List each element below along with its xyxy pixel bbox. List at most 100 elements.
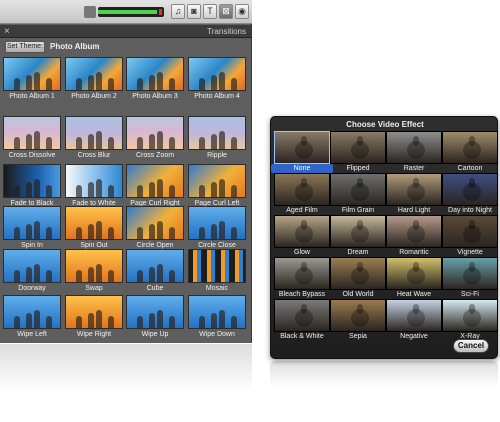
person-silhouette [149, 313, 155, 328]
transition-label: Photo Album 1 [9, 93, 55, 100]
transition-circle-open[interactable]: Circle Open [125, 206, 185, 251]
transition-photo-album-1[interactable]: Photo Album 1 [2, 57, 62, 102]
person-silhouette [231, 227, 237, 239]
effect-flipped[interactable]: Flipped [330, 131, 387, 173]
person-silhouette [219, 310, 225, 328]
transition-label: Cross Blur [77, 152, 111, 159]
close-icon[interactable]: × [4, 25, 10, 38]
effect-bleach-bypass[interactable]: Bleach Bypass [274, 257, 331, 299]
person-silhouette [157, 264, 163, 282]
person-silhouette [14, 78, 20, 90]
person-silhouette [149, 267, 155, 282]
transition-photo-album-4[interactable]: Photo Album 4 [187, 57, 247, 102]
person-silhouette [219, 221, 225, 239]
transition-mosaic[interactable]: Mosaic [187, 249, 247, 294]
maps-icon[interactable]: ◉ [235, 4, 249, 19]
effect-raster[interactable]: Raster [386, 131, 443, 173]
transition-cross-blur[interactable]: Cross Blur [64, 116, 124, 161]
rider-shape [357, 304, 363, 314]
camera-icon[interactable]: ◙ [187, 4, 201, 19]
transition-label: Photo Album 4 [194, 93, 240, 100]
transition-swap[interactable]: Swap [64, 249, 124, 294]
effect-label: None [271, 164, 333, 173]
transitions-icon[interactable]: ⊠ [219, 4, 233, 19]
effect-negative[interactable]: Negative [386, 299, 443, 341]
person-silhouette [157, 131, 163, 149]
person-silhouette [34, 264, 40, 282]
effect-label: Raster [403, 165, 425, 172]
transition-fade-to-black[interactable]: Fade to Black [2, 164, 62, 209]
transition-spin-in[interactable]: Spin In [2, 206, 62, 251]
effect-label: Day into Night [448, 207, 492, 214]
effect-cartoon[interactable]: Cartoon [442, 131, 499, 173]
transition-doorway[interactable]: Doorway [2, 249, 62, 294]
transition-photo-album-3[interactable]: Photo Album 3 [125, 57, 185, 102]
effect-romantic[interactable]: Romantic [386, 215, 443, 257]
transition-page-curl-left[interactable]: Page Curl Left [187, 164, 247, 209]
volume-meter[interactable] [98, 7, 164, 17]
volume-control[interactable] [84, 6, 166, 18]
transition-wipe-left[interactable]: Wipe Left [2, 295, 62, 340]
transition-wipe-down[interactable]: Wipe Down [187, 295, 247, 340]
person-silhouette [231, 316, 237, 328]
person-silhouette [137, 78, 143, 90]
effect-label: Sepia [349, 333, 367, 340]
transition-thumbnail [65, 116, 123, 150]
effect-heat-wave[interactable]: Heat Wave [386, 257, 443, 299]
person-silhouette [26, 134, 32, 149]
effect-label: Bleach Bypass [278, 291, 326, 298]
effect-film-grain[interactable]: Film Grain [330, 173, 387, 215]
effect-x-ray[interactable]: X-Ray [442, 299, 499, 341]
rider-shape [301, 262, 307, 272]
person-silhouette [231, 78, 237, 90]
effect-black-and-white[interactable]: Black & White [274, 299, 331, 341]
transition-page-curl-right[interactable]: Page Curl Right [125, 164, 185, 209]
title-icon[interactable]: T [203, 4, 217, 19]
person-silhouette [137, 185, 143, 197]
transition-cube[interactable]: Cube [125, 249, 185, 294]
person-silhouette [169, 78, 175, 90]
effect-dream[interactable]: Dream [330, 215, 387, 257]
transition-thumbnail [188, 206, 246, 240]
transition-grid: Photo Album 1 Photo Album 2 Photo Album 3 P… [0, 57, 252, 343]
rider-shape [413, 262, 419, 272]
cancel-button[interactable]: Cancel [453, 339, 489, 353]
rider-shape [469, 262, 475, 272]
person-silhouette [108, 227, 114, 239]
music-icon[interactable]: ♫ [171, 4, 185, 19]
effect-old-world[interactable]: Old World [330, 257, 387, 299]
effect-label: Black & White [280, 333, 324, 340]
person-silhouette [34, 72, 40, 90]
effect-aged-film[interactable]: Aged Film [274, 173, 331, 215]
effect-label: Cartoon [457, 165, 483, 172]
set-theme-button[interactable]: Set Theme: [5, 41, 45, 53]
effect-sci-fi[interactable]: Sci-Fi [442, 257, 499, 299]
effect-vignette[interactable]: Vignette [442, 215, 499, 257]
effect-none[interactable]: None [271, 131, 333, 173]
rider-shape [413, 178, 419, 188]
transition-cross-dissolve[interactable]: Cross Dissolve [2, 116, 62, 161]
transition-cross-zoom[interactable]: Cross Zoom [125, 116, 185, 161]
transition-wipe-right[interactable]: Wipe Right [64, 295, 124, 340]
transition-thumbnail [65, 206, 123, 240]
transition-label: Wipe Left [17, 331, 47, 338]
effect-preview-thumbnail [330, 257, 386, 290]
effect-glow[interactable]: Glow [274, 215, 331, 257]
transition-photo-album-2[interactable]: Photo Album 2 [64, 57, 124, 102]
transition-wipe-up[interactable]: Wipe Up [125, 295, 185, 340]
transitions-browser-panel: ♫ ◙ T ⊠ ◉ × Transitions Set Theme: Photo Alb… [0, 0, 252, 343]
transition-ripple[interactable]: Ripple [187, 116, 247, 161]
transition-circle-close[interactable]: Circle Close [187, 206, 247, 251]
effect-day-into-night[interactable]: Day into Night [442, 173, 499, 215]
volume-level-fill [98, 10, 158, 14]
person-silhouette [137, 227, 143, 239]
transition-spin-out[interactable]: Spin Out [64, 206, 124, 251]
person-silhouette [219, 179, 225, 197]
person-silhouette [88, 313, 94, 328]
person-silhouette [211, 75, 217, 90]
rider-shape [357, 220, 363, 230]
effect-sepia[interactable]: Sepia [330, 299, 387, 341]
effect-hard-light[interactable]: Hard Light [386, 173, 443, 215]
transition-fade-to-white[interactable]: Fade to White [64, 164, 124, 209]
rider-shape [357, 178, 363, 188]
